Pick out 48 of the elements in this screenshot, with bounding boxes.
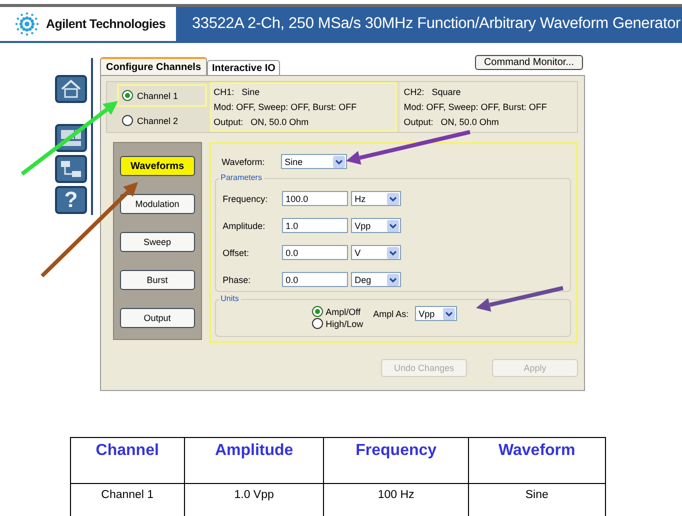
nav-button[interactable]: Output [120,308,195,328]
summary-line: CH1: Sine [214,86,261,97]
column-header: Amplitude [184,438,324,484]
value-field[interactable]: 0.0 [282,272,348,287]
page-title: 33522A 2-Ch, 250 MSa/s 30MHz Function/Arbitrary Waveform Generator [192,15,680,33]
unit-dropdown[interactable]: Hz [350,191,401,206]
spark-logo-icon [14,11,40,37]
value-field[interactable]: 1.0 [282,218,348,233]
value-field[interactable]: 0.0 [282,245,348,260]
column-header: Waveform [468,438,606,484]
value-field[interactable]: 100.0 [282,191,348,206]
tab[interactable]: Interactive IO [207,60,280,75]
unit-dropdown[interactable]: V [350,245,401,260]
unit-dropdown[interactable]: Vpp [350,218,401,233]
help-icon[interactable]: ? [55,186,87,214]
channel-radio[interactable]: Channel 1 [117,84,207,107]
unit-dropdown[interactable]: Deg [350,272,401,287]
summary-line: CH2: Square [404,86,462,97]
units-radio[interactable]: High/Low [312,318,364,329]
ampl-dropdown[interactable]: Vpp [414,306,457,321]
group-title: Parameters [218,173,264,182]
table-cell: Channel 1 [70,484,184,516]
question-mark: ? [64,189,78,211]
field-label: Frequency: [222,194,269,204]
summary-line: Output: ON, 50.0 Ohm [404,117,500,128]
nav-button[interactable]: Waveforms [120,156,195,176]
nav-button[interactable]: Burst [120,270,195,290]
group-title: Units [218,294,241,303]
summary-line: Output: ON, 50.0 Ohm [214,117,310,128]
column-header: Channel [70,438,184,484]
channel-radio[interactable]: Channel 2 [117,109,207,132]
command-monitor-button[interactable]: Command Monitor... [474,55,583,70]
network-icon[interactable] [55,155,87,183]
summary-line: Mod: OFF, Sweep: OFF, Burst: OFF [214,102,358,112]
waveform-dropdown[interactable]: Sine [280,154,347,169]
field-label: Ampl As: [373,308,409,318]
field-label: Phase: [222,274,252,284]
home-icon[interactable] [55,75,87,103]
field-label: Waveform: [220,156,266,166]
units-radio[interactable]: Ampl/Off [312,306,364,317]
nav-button[interactable]: Modulation [120,194,195,214]
tab[interactable]: Configure Channels [100,57,208,75]
field-label: Offset: [222,248,250,258]
summary-line: Mod: OFF, Sweep: OFF, Burst: OFF [404,102,548,112]
brand-name: Agilent Technologies [46,17,166,31]
column-header: Frequency [324,438,468,484]
field-label: Amplitude: [222,220,266,230]
nav-button[interactable]: Sweep [120,232,195,252]
